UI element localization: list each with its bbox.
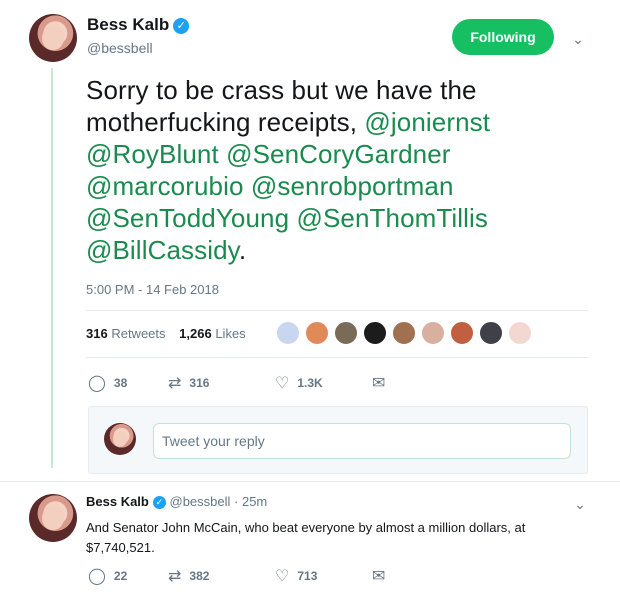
- reply-icon: ◯: [88, 375, 106, 392]
- likers-avatars: [276, 321, 537, 345]
- author-name-text[interactable]: Bess Kalb: [87, 15, 169, 34]
- mention-link[interactable]: @SenToddYoung: [86, 203, 289, 233]
- reply-button[interactable]: ◯ 22: [88, 566, 143, 586]
- second-tweet-text: And Senator John McCain, who beat everyo…: [86, 520, 526, 555]
- likes-label: Likes: [215, 326, 246, 341]
- liker-avatar[interactable]: [334, 321, 358, 345]
- avatar[interactable]: [29, 14, 77, 62]
- envelope-icon: ✉: [372, 375, 386, 392]
- liker-avatar[interactable]: [305, 321, 329, 345]
- author-handle[interactable]: @bessbell: [170, 494, 231, 509]
- heart-icon: ♡: [275, 375, 290, 392]
- retweets-count: 316: [86, 326, 108, 341]
- second-tweet-actions: ◯ 22 ⇄ 382 ♡ 713 ✉: [88, 566, 418, 586]
- like-button[interactable]: ♡ 1.3K: [275, 373, 347, 393]
- mention-link[interactable]: @joniernst: [364, 107, 490, 137]
- divider: [86, 310, 588, 311]
- mention-link[interactable]: @BillCassidy: [86, 235, 239, 265]
- avatar: [104, 423, 136, 455]
- like-count: 1.3K: [297, 376, 323, 390]
- thread-line: [51, 68, 53, 468]
- retweets-stat[interactable]: 316 Retweets: [86, 326, 166, 341]
- mention-link[interactable]: @SenThomTillis: [296, 203, 488, 233]
- like-button[interactable]: ♡ 713: [275, 566, 347, 586]
- liker-avatar[interactable]: [421, 321, 445, 345]
- chevron-down-icon[interactable]: ⌄: [574, 497, 586, 511]
- reply-input[interactable]: Tweet your reply: [153, 423, 571, 459]
- tweet-stats: 316 Retweets 1,266 Likes: [86, 326, 246, 341]
- retweet-button[interactable]: ⇄ 316: [168, 373, 250, 393]
- mention-link[interactable]: @senrobportman: [251, 171, 454, 201]
- tweet-actions: ◯ 38 ⇄ 316 ♡ 1.3K ✉: [88, 373, 418, 393]
- liker-avatar[interactable]: [450, 321, 474, 345]
- author-name[interactable]: Bess Kalb: [86, 494, 149, 509]
- retweet-button[interactable]: ⇄ 382: [168, 566, 250, 586]
- retweet-count: 382: [189, 569, 210, 583]
- retweet-icon: ⇄: [168, 568, 182, 585]
- divider: [0, 481, 620, 482]
- reply-placeholder: Tweet your reply: [162, 433, 265, 449]
- second-tweet-header: Bess Kalb ✓ @bessbell · 25m: [86, 494, 267, 509]
- tweet-text-segment: .: [238, 235, 247, 265]
- mention-link[interactable]: @marcorubio: [86, 171, 244, 201]
- direct-message-button[interactable]: ✉: [372, 373, 393, 393]
- reply-icon: ◯: [88, 568, 106, 585]
- like-count: 713: [297, 569, 318, 583]
- tweet-text: Sorry to be crass but we have the mother…: [86, 74, 556, 266]
- avatar[interactable]: [29, 494, 77, 542]
- envelope-icon: ✉: [372, 568, 386, 585]
- likes-stat[interactable]: 1,266 Likes: [179, 326, 246, 341]
- verified-badge-icon: ✓: [173, 18, 190, 34]
- liker-avatar[interactable]: [363, 321, 387, 345]
- reply-count: 38: [113, 376, 128, 390]
- mention-link[interactable]: @RoyBlunt: [86, 139, 219, 169]
- liker-avatar[interactable]: [479, 321, 503, 345]
- author-name[interactable]: Bess Kalb ✓: [87, 15, 190, 35]
- liker-avatar[interactable]: [276, 321, 300, 345]
- liker-avatar[interactable]: [392, 321, 416, 345]
- reply-count: 22: [113, 569, 128, 583]
- mention-link[interactable]: @SenCoryGardner: [226, 139, 450, 169]
- retweet-icon: ⇄: [168, 375, 182, 392]
- author-handle[interactable]: @bessbell: [87, 40, 153, 56]
- retweets-label: Retweets: [111, 326, 166, 341]
- chevron-down-icon[interactable]: ⌄: [572, 32, 584, 46]
- verified-badge-icon: ✓: [152, 496, 166, 509]
- retweet-count: 316: [189, 376, 210, 390]
- liker-avatar[interactable]: [508, 321, 532, 345]
- tweet-timestamp[interactable]: 5:00 PM - 14 Feb 2018: [86, 282, 219, 297]
- tweet-text-segment: [244, 171, 251, 201]
- heart-icon: ♡: [275, 568, 290, 585]
- tweet-time[interactable]: · 25m: [234, 494, 267, 509]
- direct-message-button[interactable]: ✉: [372, 566, 393, 586]
- following-button[interactable]: Following: [452, 19, 554, 55]
- divider: [86, 357, 588, 358]
- reply-button[interactable]: ◯ 38: [88, 373, 143, 393]
- likes-count: 1,266: [179, 326, 212, 341]
